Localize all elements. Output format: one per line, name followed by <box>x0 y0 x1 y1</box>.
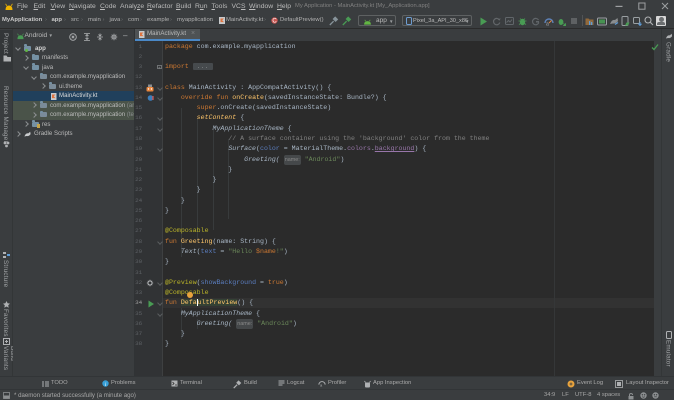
svg-text:a: a <box>320 383 323 387</box>
svg-text:a: a <box>546 21 549 26</box>
svg-text:C: C <box>272 19 277 24</box>
